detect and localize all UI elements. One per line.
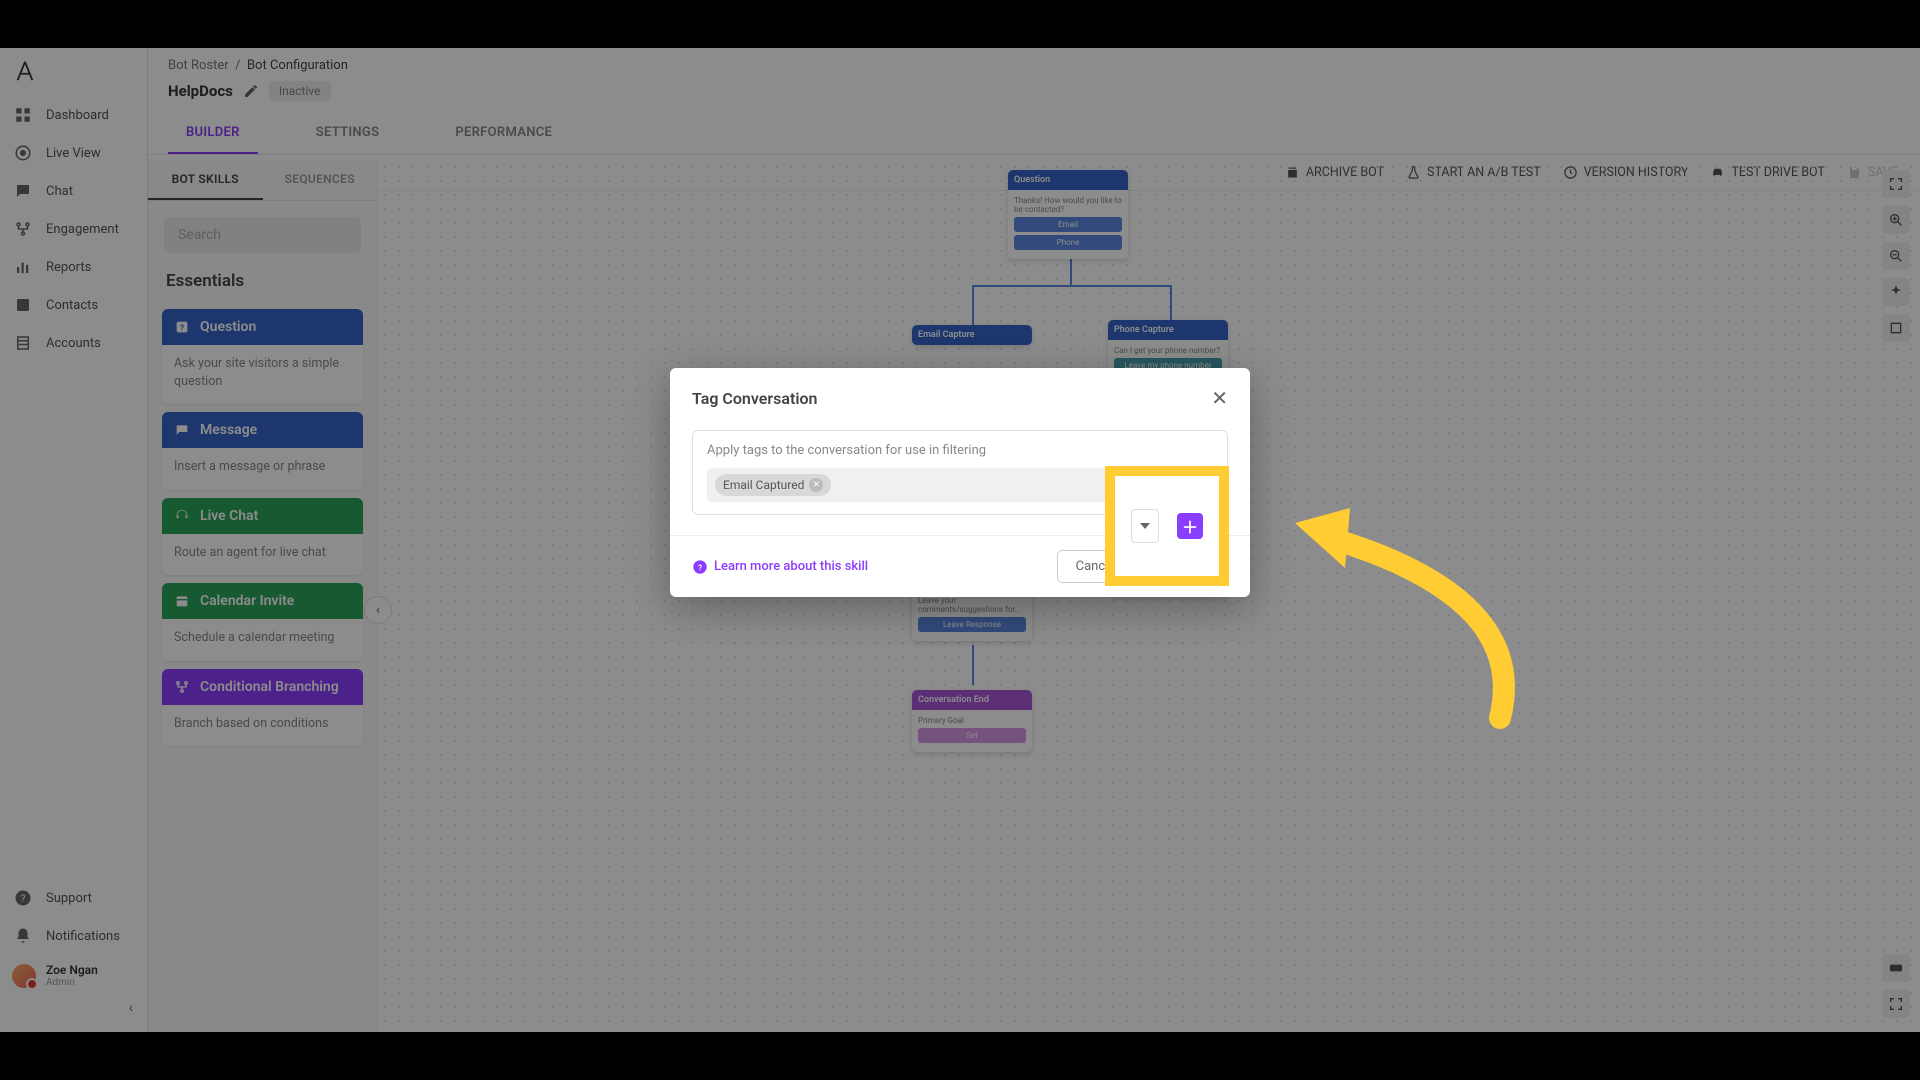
sidebar-label: Chat (46, 184, 73, 199)
breadcrumb: Bot Roster / Bot Configuration (168, 58, 1900, 73)
reports-icon (14, 258, 32, 276)
help-icon: ? (692, 559, 708, 575)
grid-icon[interactable] (1882, 314, 1910, 342)
engagement-icon (14, 220, 32, 238)
modal-save-button[interactable]: Save (1144, 550, 1228, 583)
sidebar-label: Accounts (46, 336, 101, 351)
remove-tag-icon[interactable]: ✕ (809, 478, 823, 492)
tag-chip[interactable]: Email Captured ✕ (715, 474, 831, 496)
main-tabs: BUILDER SETTINGS PERFORMANCE (168, 115, 1900, 154)
fullscreen-icon[interactable] (1882, 990, 1910, 1018)
fit-screen-icon[interactable] (1882, 170, 1910, 198)
learn-more-link[interactable]: ? Learn more about this skill (692, 559, 868, 575)
add-tag-button[interactable]: ＋ (1187, 472, 1213, 498)
panel-tab-sequences[interactable]: SEQUENCES (263, 160, 378, 200)
edit-icon[interactable] (243, 83, 259, 99)
panel-tab-skills[interactable]: BOT SKILLS (148, 160, 263, 200)
sidebar-item-dashboard[interactable]: Dashboard (0, 96, 147, 134)
sidebar-label: Support (46, 891, 92, 906)
tab-settings[interactable]: SETTINGS (298, 115, 398, 154)
zoom-in-icon[interactable] (1882, 206, 1910, 234)
sidebar-item-accounts[interactable]: Accounts (0, 324, 147, 362)
skill-card-livechat[interactable]: Live Chat Route an agent for live chat (162, 498, 363, 576)
user-name: Zoe Ngan (46, 963, 98, 977)
save-icon (1162, 560, 1176, 574)
bell-icon (14, 927, 32, 945)
status-badge: Inactive (269, 81, 331, 101)
sidebar-label: Engagement (46, 222, 119, 237)
keyboard-icon[interactable] (1882, 954, 1910, 982)
sidebar-label: Notifications (46, 929, 120, 944)
user-role: Admin (46, 977, 98, 988)
breadcrumb-parent[interactable]: Bot Roster (168, 58, 229, 73)
help-icon: ? (14, 889, 32, 907)
sidebar: Dashboard Live View Chat Engagement Repo… (0, 48, 148, 1032)
page-title: HelpDocs (168, 82, 233, 100)
sidebar-label: Reports (46, 260, 91, 275)
avatar (12, 964, 36, 988)
close-icon[interactable]: ✕ (1211, 386, 1228, 410)
svg-text:?: ? (698, 563, 702, 573)
zoom-out-icon[interactable] (1882, 242, 1910, 270)
tag-dropdown-button[interactable] (1151, 468, 1179, 502)
sidebar-label: Contacts (46, 298, 98, 313)
skill-card-branching[interactable]: Conditional Branching Branch based on co… (162, 669, 363, 747)
tag-input[interactable]: Email Captured ✕ (707, 468, 1143, 502)
skill-card-calendar[interactable]: Calendar Invite Schedule a calendar meet… (162, 583, 363, 661)
tab-builder[interactable]: BUILDER (168, 115, 258, 154)
sidebar-item-support[interactable]: ? Support (0, 879, 147, 917)
calendar-icon (174, 593, 190, 609)
accounts-icon (14, 334, 32, 352)
sidebar-item-chat[interactable]: Chat (0, 172, 147, 210)
sidebar-item-contacts[interactable]: Contacts (0, 286, 147, 324)
field-label: Apply tags to the conversation for use i… (707, 443, 1213, 458)
svg-text:?: ? (180, 323, 184, 333)
skill-card-question[interactable]: ?Question Ask your site visitors a simpl… (162, 309, 363, 404)
node-email-capture[interactable]: Email Capture (912, 325, 1032, 345)
brand-logo (0, 48, 147, 96)
modal-title: Tag Conversation (692, 389, 817, 408)
dashboard-icon (14, 106, 32, 124)
cancel-button[interactable]: Cancel (1057, 550, 1135, 583)
contacts-icon (14, 296, 32, 314)
breadcrumb-current: Bot Configuration (247, 58, 348, 73)
sidebar-item-reports[interactable]: Reports (0, 248, 147, 286)
sidebar-user[interactable]: Zoe Ngan Admin (0, 955, 147, 996)
sidebar-item-liveview[interactable]: Live View (0, 134, 147, 172)
panel-collapse-button[interactable]: ‹ (364, 596, 392, 624)
liveview-icon (14, 144, 32, 162)
message-icon (174, 422, 190, 438)
magic-layout-icon[interactable] (1882, 278, 1910, 306)
skill-card-message[interactable]: Message Insert a message or phrase (162, 412, 363, 490)
tab-performance[interactable]: PERFORMANCE (437, 115, 570, 154)
headset-icon (174, 508, 190, 524)
branch-icon (174, 679, 190, 695)
chat-icon (14, 182, 32, 200)
sidebar-label: Dashboard (46, 108, 109, 123)
sidebar-item-engagement[interactable]: Engagement (0, 210, 147, 248)
chevron-down-icon (1160, 482, 1170, 488)
sidebar-collapse-icon[interactable]: ‹ (0, 996, 147, 1020)
topbar: Bot Roster / Bot Configuration HelpDocs … (148, 48, 1920, 155)
skills-panel: BOT SKILLS SEQUENCES Search Essentials ?… (148, 160, 378, 1032)
svg-text:?: ? (21, 892, 26, 905)
sidebar-item-notifications[interactable]: Notifications (0, 917, 147, 955)
search-input[interactable]: Search (164, 217, 361, 253)
tag-conversation-modal: Tag Conversation ✕ Apply tags to the con… (670, 368, 1250, 597)
node-conv-end[interactable]: Conversation End Primary Goal Set (912, 690, 1032, 752)
sidebar-label: Live View (46, 146, 101, 161)
node-question-top[interactable]: Question Thanks! How would you like to b… (1008, 170, 1128, 259)
question-icon: ? (174, 319, 190, 335)
section-title: Essentials (148, 263, 377, 301)
